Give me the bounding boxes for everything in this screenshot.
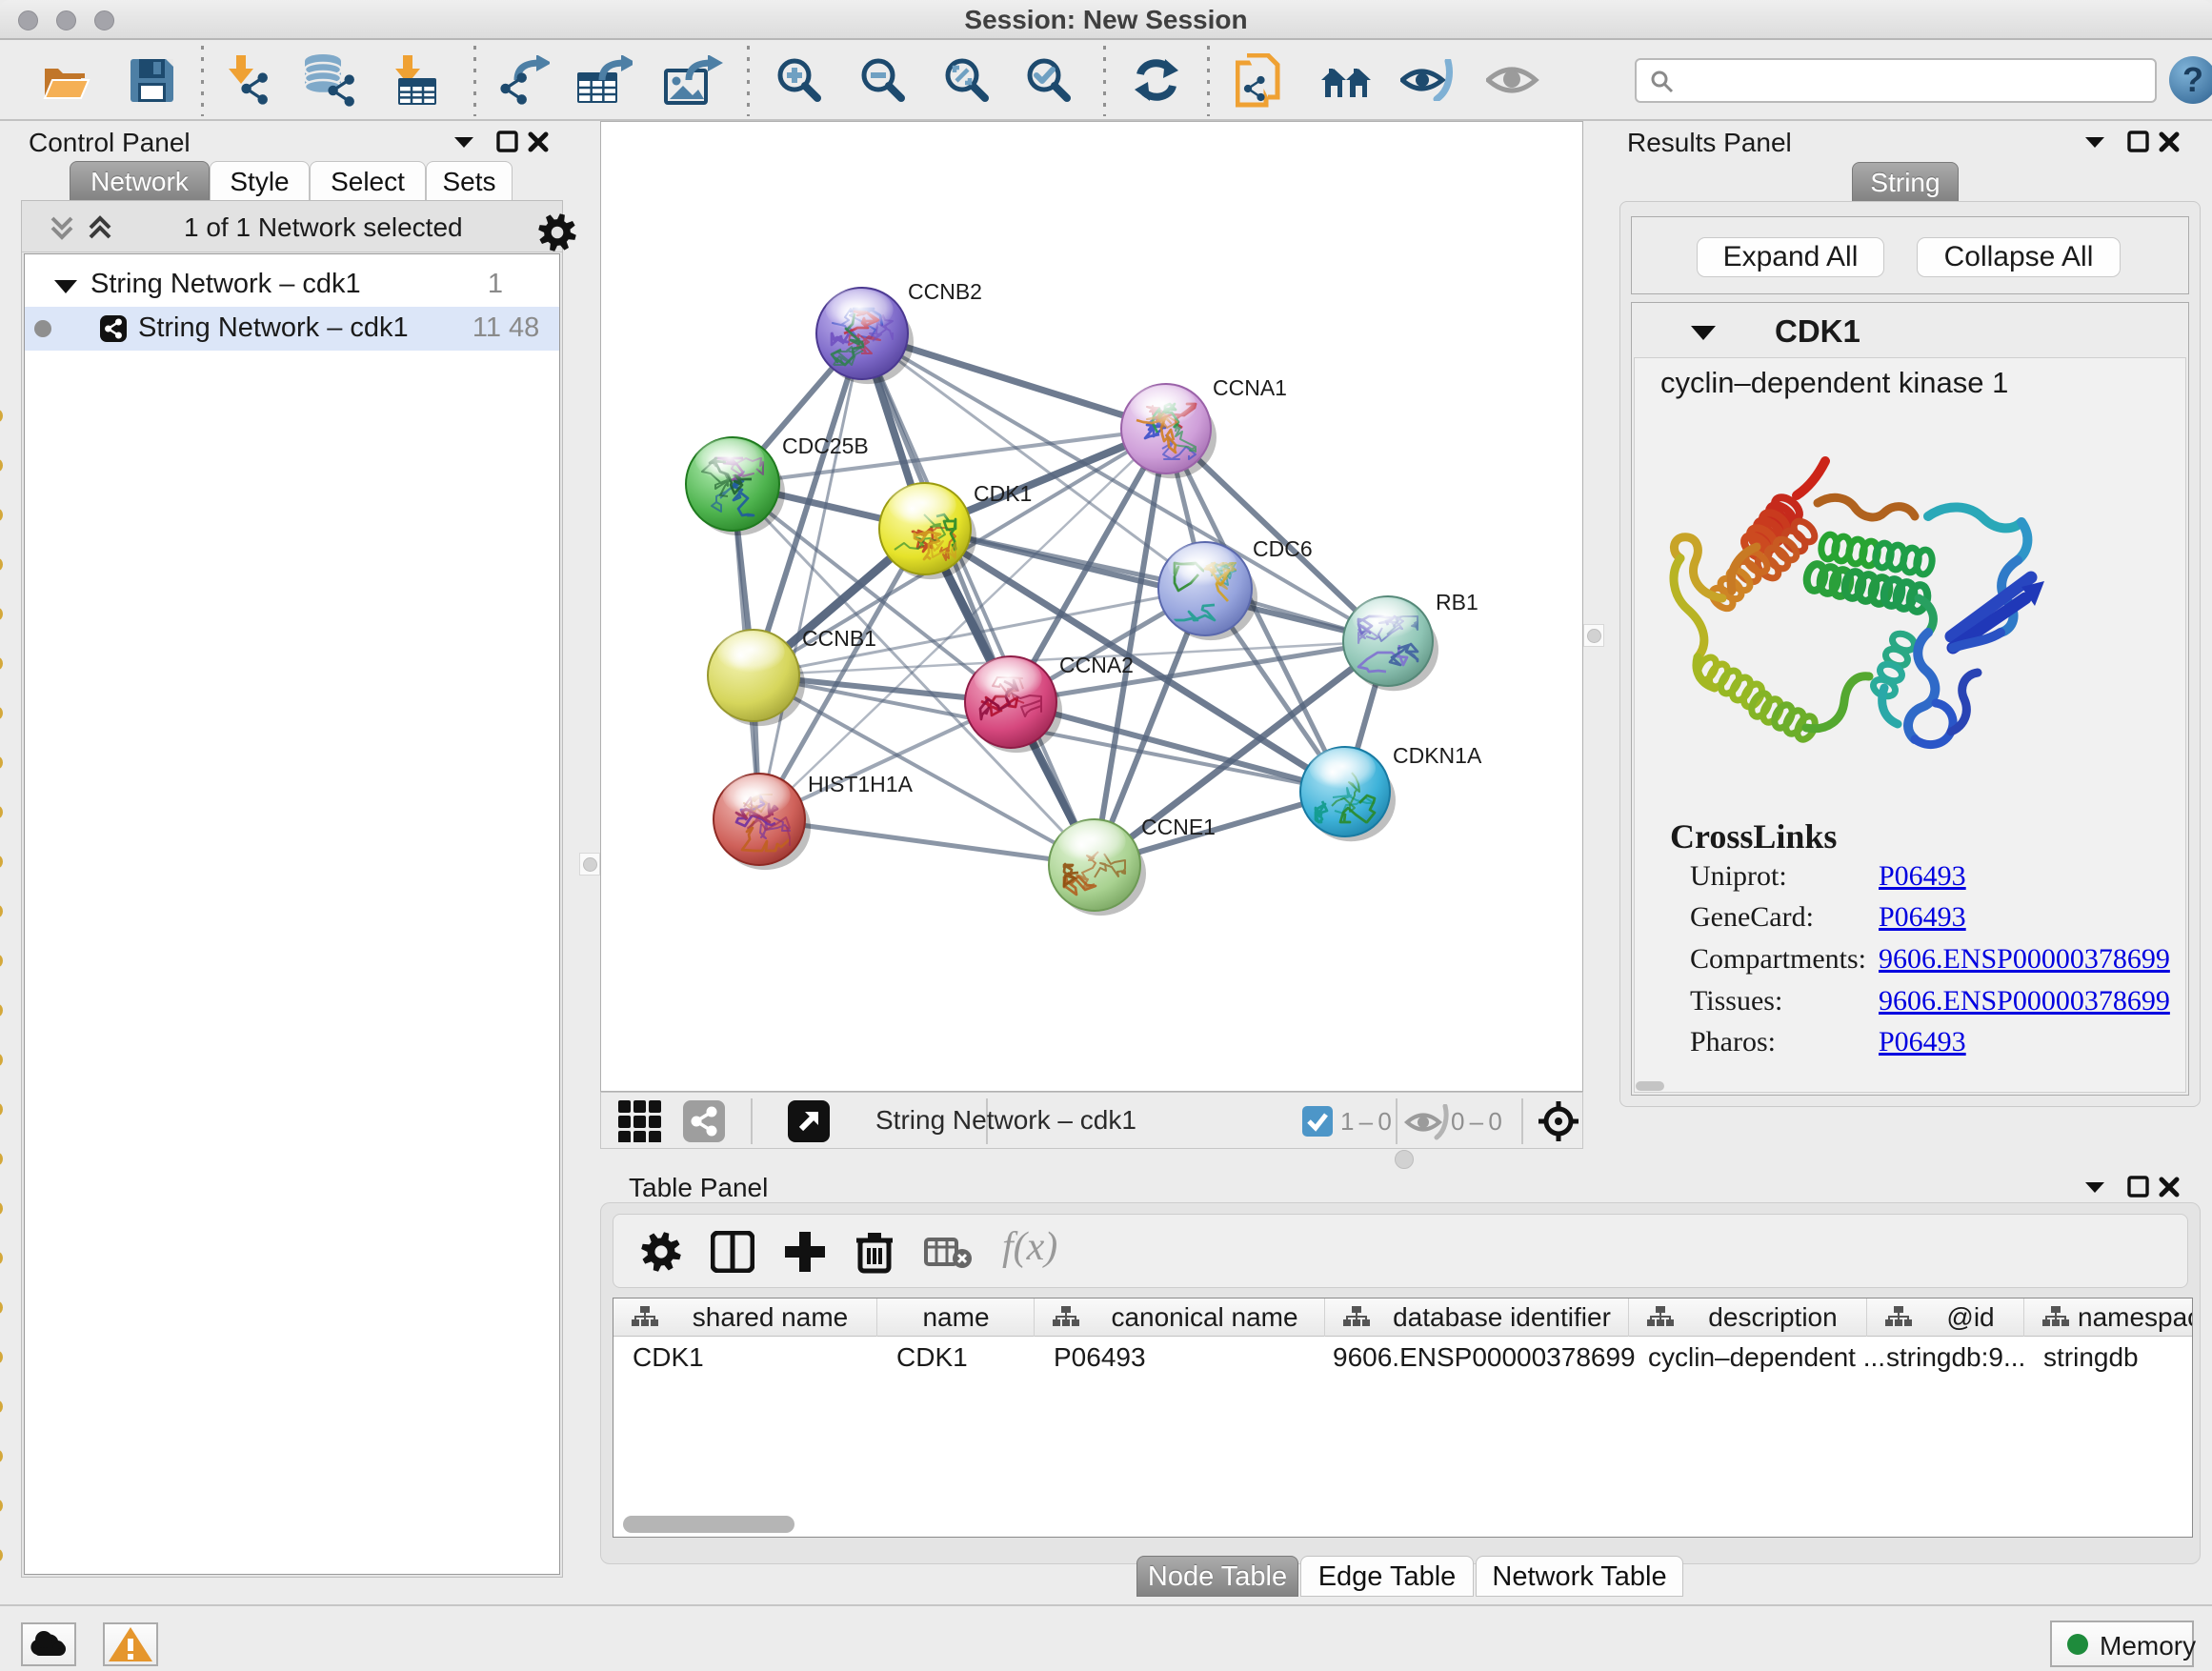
svg-text:HIST1H1A: HIST1H1A xyxy=(808,772,914,796)
svg-text:CDKN1A: CDKN1A xyxy=(1393,743,1482,768)
svg-text:CCNB2: CCNB2 xyxy=(908,279,982,304)
svg-text:CDC6: CDC6 xyxy=(1253,536,1313,561)
svg-text:CCNE1: CCNE1 xyxy=(1141,815,1216,839)
svg-text:CCNA1: CCNA1 xyxy=(1213,375,1287,400)
svg-text:CDK1: CDK1 xyxy=(974,481,1032,506)
svg-text:CCNA2: CCNA2 xyxy=(1059,653,1134,677)
svg-text:RB1: RB1 xyxy=(1436,590,1478,614)
svg-text:CDC25B: CDC25B xyxy=(782,433,869,458)
svg-text:CCNB1: CCNB1 xyxy=(802,626,876,651)
